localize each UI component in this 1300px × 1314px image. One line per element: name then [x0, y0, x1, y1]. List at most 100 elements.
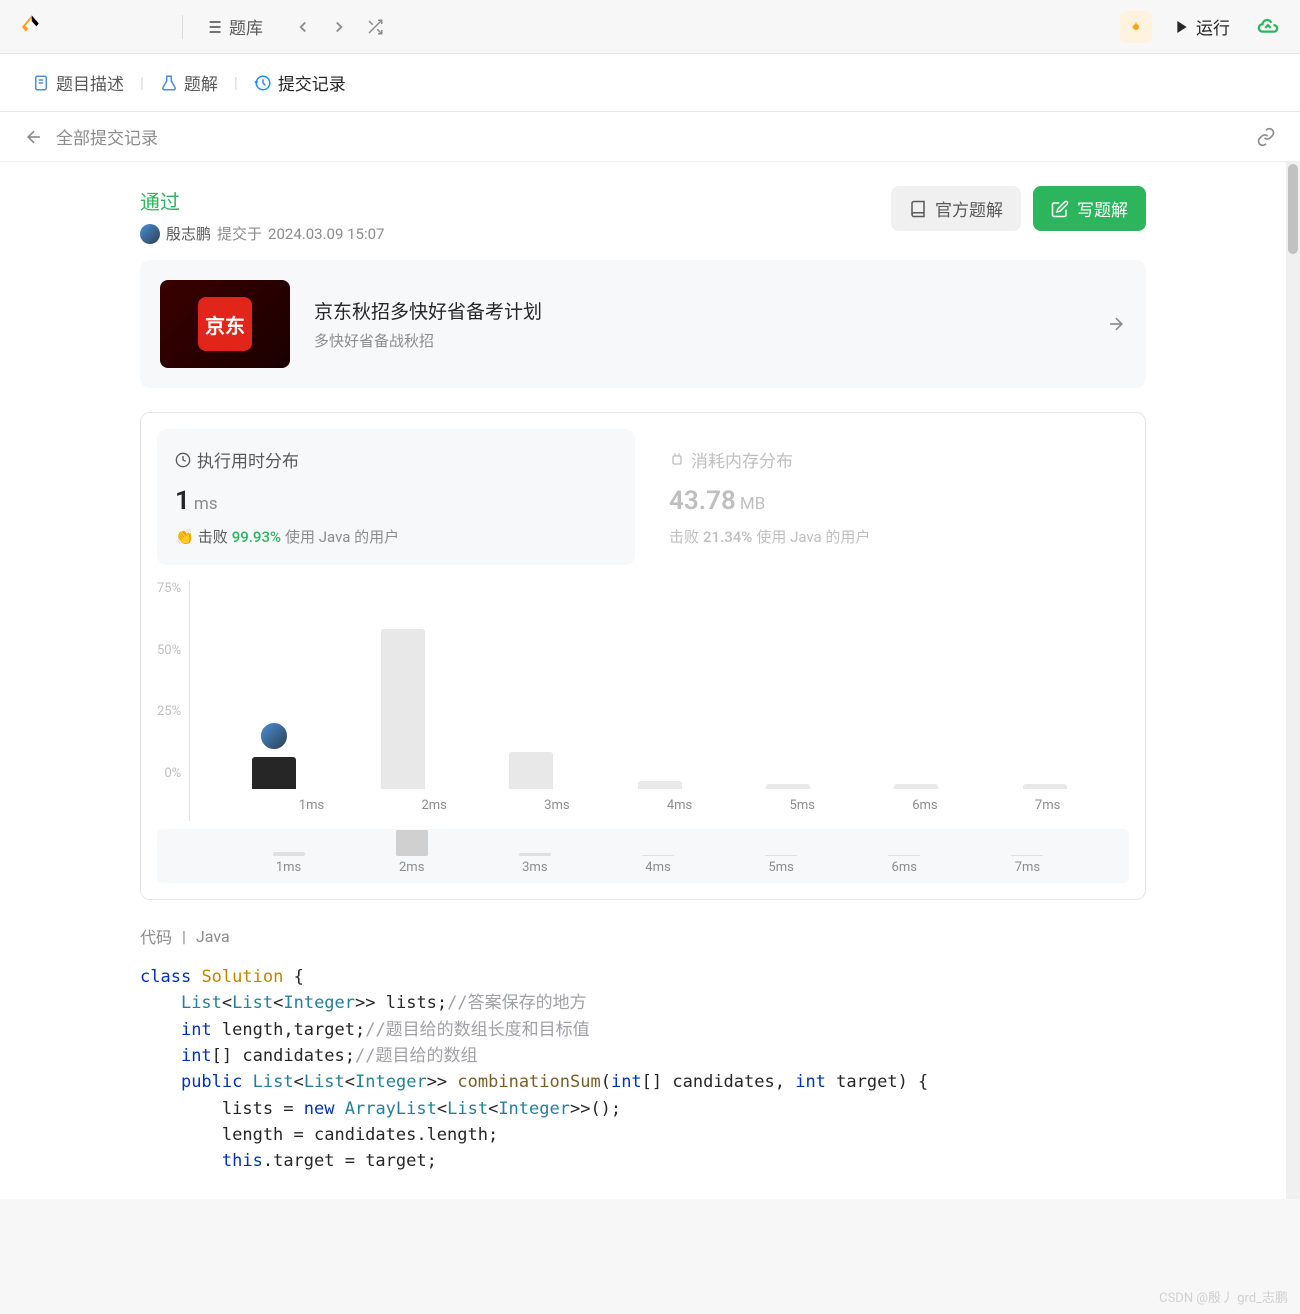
clock-icon	[175, 452, 191, 468]
chart-y-axis: 75%50%25%0%	[157, 581, 189, 781]
prev-problem-button[interactable]	[287, 11, 319, 43]
x-label: 3ms	[527, 798, 587, 813]
code-block: class Solution { List<List<Integer>> lis…	[140, 964, 1146, 1175]
tab-submissions-label: 提交记录	[278, 70, 346, 95]
stats-panel: 执行用时分布 1 ms 👏 击败 99.93% 使用 Java 的用户 消耗内存…	[140, 412, 1146, 900]
problems-label: 题库	[229, 14, 263, 39]
document-icon	[32, 74, 50, 92]
shuffle-icon	[366, 18, 384, 36]
debug-button[interactable]	[1120, 11, 1152, 43]
promo-card[interactable]: 京东 京东秋招多快好省备考计划 多快好省备战秋招	[140, 260, 1146, 388]
breadcrumb-bar: 全部提交记录	[0, 112, 1300, 162]
code-header: 代码 | Java	[140, 924, 1146, 948]
flask-icon	[160, 74, 178, 92]
runtime-value: 1	[175, 486, 190, 516]
beat-label: 击败	[669, 526, 699, 547]
x-label: 7ms	[1018, 798, 1078, 813]
runtime-unit: ms	[194, 494, 218, 514]
memory-title: 消耗内存分布	[691, 447, 793, 472]
book-icon	[909, 200, 927, 218]
run-button[interactable]: 运行	[1160, 6, 1244, 47]
tab-description-label: 题目描述	[56, 70, 124, 95]
list-icon	[203, 17, 223, 37]
memory-stat-card[interactable]: 消耗内存分布 43.78 MB 击败 21.34% 使用 Java 的用户	[651, 429, 1129, 565]
x-label: 2ms	[404, 798, 464, 813]
username[interactable]: 殷志鹏	[166, 223, 211, 244]
tab-solution-label: 题解	[184, 70, 218, 95]
memory-beat-pct: 21.34%	[703, 528, 752, 546]
problems-button[interactable]: 题库	[191, 8, 275, 45]
watermark: CSDN @殷丿 grd_志鹏	[1159, 1287, 1288, 1306]
scrollbar-thumb[interactable]	[1288, 164, 1298, 254]
edit-icon	[1051, 200, 1069, 218]
run-label: 运行	[1196, 14, 1230, 39]
chart-area: 75%50%25%0% 1ms 2ms 3ms 4ms 5ms 6ms 7ms 1ms 2ms…	[141, 581, 1145, 899]
top-toolbar: 题库 运行	[0, 0, 1300, 54]
chart-bar[interactable]	[630, 781, 690, 789]
runtime-lang-text: 使用 Java 的用户	[285, 526, 399, 547]
chevron-left-icon	[294, 18, 312, 36]
mini-bar[interactable]: 6ms	[874, 855, 934, 875]
chevron-right-icon	[330, 18, 348, 36]
mini-chart[interactable]: 1ms 2ms 3ms 4ms 5ms 6ms 7ms	[157, 829, 1129, 883]
chart-bar[interactable]	[501, 752, 561, 789]
status-header: 通过 殷志鹏 提交于 2024.03.09 15:07 官方题解 写题解	[140, 186, 1146, 244]
memory-lang-text: 使用 Java 的用户	[756, 526, 870, 547]
chart-bar[interactable]	[1015, 784, 1075, 789]
code-header-label: 代码	[140, 924, 172, 948]
runtime-stat-card[interactable]: 执行用时分布 1 ms 👏 击败 99.93% 使用 Java 的用户	[157, 429, 635, 565]
mini-bar[interactable]: 1ms	[259, 852, 319, 875]
write-solution-button[interactable]: 写题解	[1033, 186, 1146, 231]
official-solution-button[interactable]: 官方题解	[891, 186, 1021, 231]
chart-bar[interactable]	[373, 629, 433, 789]
y-tick: 75%	[157, 581, 181, 596]
breadcrumb[interactable]: 全部提交记录	[56, 124, 158, 149]
mini-bar[interactable]: 7ms	[997, 855, 1057, 875]
tab-divider: |	[140, 73, 144, 92]
tab-submissions[interactable]: 提交记录	[246, 66, 354, 99]
back-arrow-icon[interactable]	[24, 127, 44, 147]
write-solution-label: 写题解	[1077, 196, 1128, 221]
bug-icon	[1130, 17, 1142, 37]
runtime-beat-pct: 99.93%	[232, 528, 281, 546]
chart-bar[interactable]	[244, 757, 304, 789]
tab-divider: |	[234, 73, 238, 92]
leetcode-logo[interactable]	[16, 13, 44, 41]
mini-bar[interactable]: 2ms	[382, 830, 442, 875]
link-icon[interactable]	[1256, 127, 1276, 147]
mini-bar[interactable]: 3ms	[505, 853, 565, 875]
submit-button[interactable]	[1252, 11, 1284, 43]
code-divider: |	[182, 927, 186, 946]
toolbar-divider	[182, 15, 183, 39]
shuffle-button[interactable]	[359, 11, 391, 43]
next-problem-button[interactable]	[323, 11, 355, 43]
runtime-title: 执行用时分布	[197, 447, 299, 472]
mini-bar[interactable]: 5ms	[751, 855, 811, 875]
x-label: 6ms	[895, 798, 955, 813]
mini-bar[interactable]: 4ms	[628, 855, 688, 875]
avatar[interactable]	[140, 224, 160, 244]
tab-solution[interactable]: 题解	[152, 66, 226, 99]
play-icon	[1174, 19, 1190, 35]
chart-plot: 1ms2ms3ms4ms5ms6ms7ms	[189, 581, 1129, 821]
cloud-upload-icon	[1257, 16, 1279, 38]
official-solution-label: 官方题解	[935, 196, 1003, 221]
tab-description[interactable]: 题目描述	[24, 66, 132, 99]
clap-icon: 👏	[175, 528, 194, 546]
chart-bar[interactable]	[886, 784, 946, 789]
current-marker	[259, 721, 289, 751]
beat-label: 击败	[198, 526, 228, 547]
memory-value: 43.78	[669, 486, 736, 516]
code-language: Java	[196, 927, 230, 946]
x-label: 5ms	[772, 798, 832, 813]
promo-image: 京东	[160, 280, 290, 368]
memory-unit: MB	[740, 494, 765, 514]
submitted-time: 2024.03.09 15:07	[268, 225, 384, 243]
scrollbar[interactable]	[1286, 162, 1300, 1199]
nav-arrows	[287, 11, 391, 43]
history-icon	[254, 74, 272, 92]
promo-subtitle: 多快好省备战秋招	[314, 330, 1106, 351]
chart-bar[interactable]	[758, 784, 818, 789]
x-label: 4ms	[650, 798, 710, 813]
main-content: 通过 殷志鹏 提交于 2024.03.09 15:07 官方题解 写题解 京东 …	[0, 162, 1286, 1199]
